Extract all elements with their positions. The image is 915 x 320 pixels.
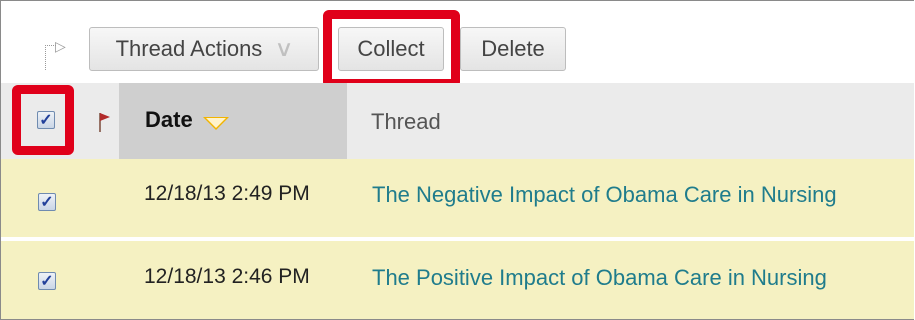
row-date: 12/18/13 2:46 PM xyxy=(144,265,310,288)
flag-icon[interactable] xyxy=(97,111,111,133)
sort-desc-icon[interactable] xyxy=(203,117,229,130)
delete-label: Delete xyxy=(481,36,545,61)
table-row: ✓ 12/18/13 2:46 PM The Positive Impact o… xyxy=(1,241,914,319)
row-checkbox[interactable]: ✓ xyxy=(38,193,56,211)
thread-actions-button[interactable]: Thread Actions ∨ xyxy=(89,27,319,71)
thread-header-label[interactable]: Thread xyxy=(371,109,441,135)
collect-highlight-box xyxy=(323,10,460,88)
delete-button[interactable]: Delete xyxy=(460,27,566,71)
chevron-double-down-icon: ∨ xyxy=(274,36,295,61)
row-date: 12/18/13 2:49 PM xyxy=(144,182,310,205)
table-row: ✓ 12/18/13 2:49 PM The Negative Impact o… xyxy=(1,159,914,237)
thread-actions-label: Thread Actions xyxy=(115,36,263,61)
discussion-thread-list: ▷ Thread Actions ∨ Collect Delete Date T… xyxy=(0,0,914,320)
action-toolbar: ▷ Thread Actions ∨ Collect Delete xyxy=(1,1,914,88)
row-checkbox[interactable]: ✓ xyxy=(38,272,56,290)
table-header: Date Thread xyxy=(1,83,914,159)
thread-link[interactable]: The Negative Impact of Obama Care in Nur… xyxy=(372,182,837,208)
select-all-highlight-box xyxy=(12,85,74,155)
thread-link[interactable]: The Positive Impact of Obama Care in Nur… xyxy=(372,265,827,291)
dotted-arrow-head-icon: ▷ xyxy=(55,38,66,54)
date-header-label[interactable]: Date xyxy=(145,107,193,133)
